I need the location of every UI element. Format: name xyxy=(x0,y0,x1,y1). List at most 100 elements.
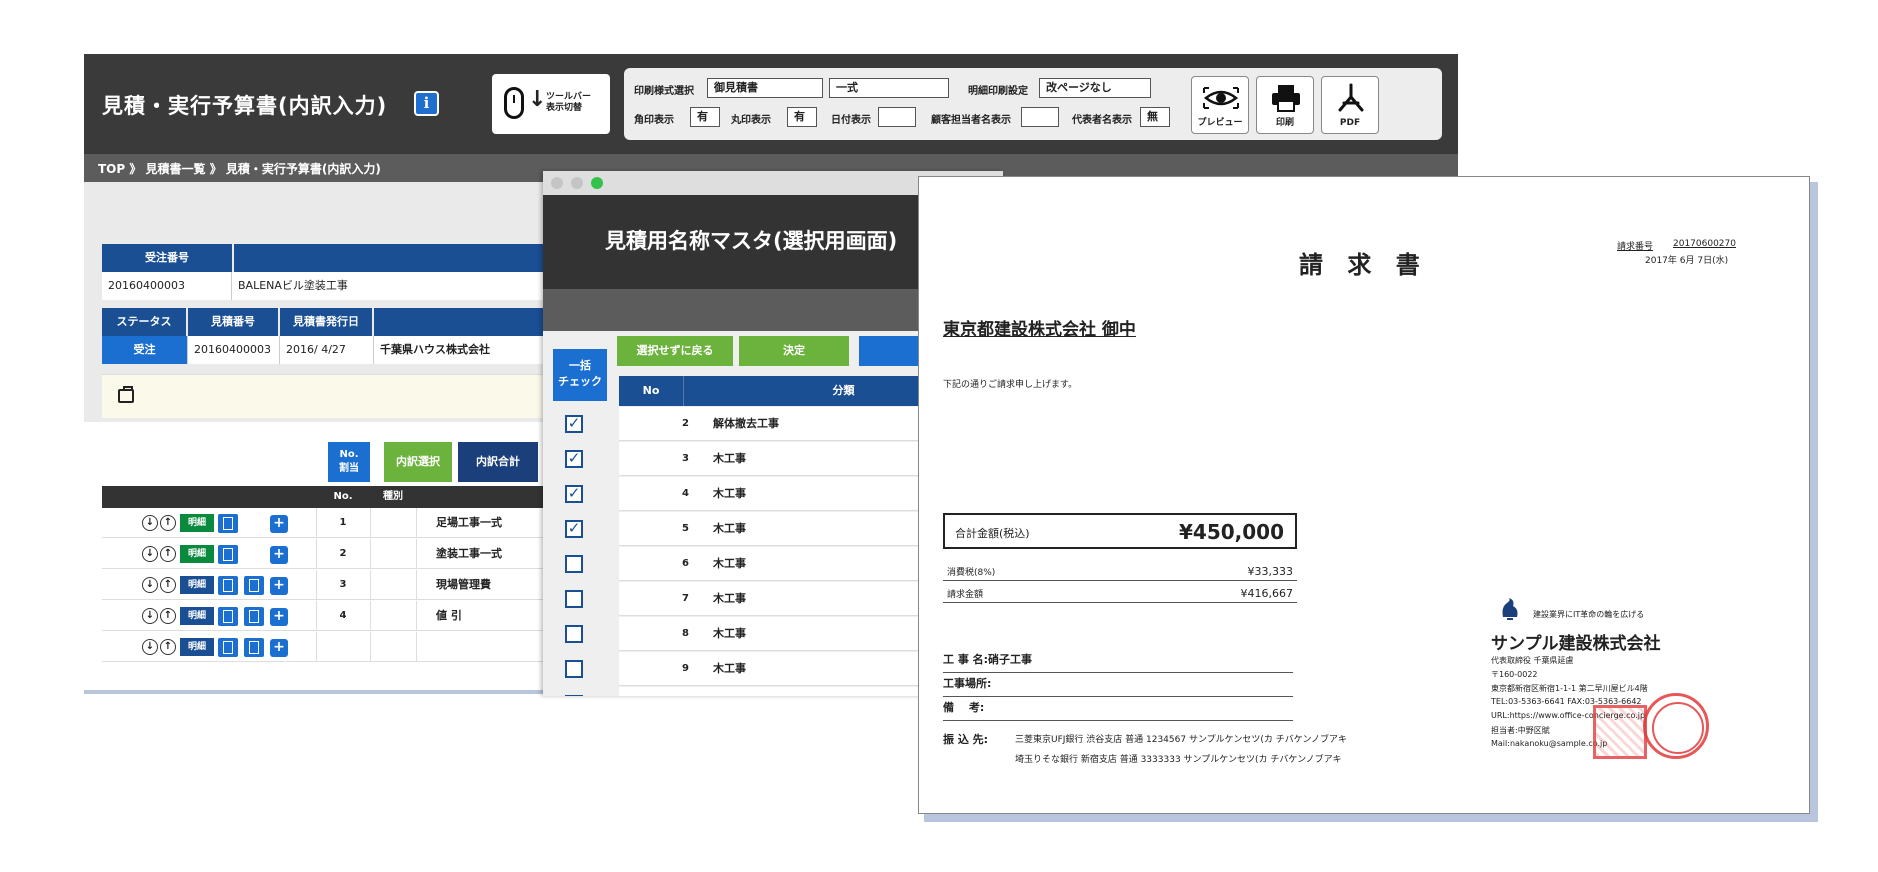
site-field: 工事場所: xyxy=(943,675,1293,697)
row-checkbox[interactable] xyxy=(565,695,583,696)
row-checkbox[interactable]: ✓ xyxy=(565,520,583,538)
toolbar-toggle-button[interactable]: ↓ ツールバー 表示切替 xyxy=(492,74,610,134)
issue-date-value[interactable]: 2016/ 4/27 xyxy=(280,336,374,364)
row-checkbox[interactable] xyxy=(565,660,583,678)
item-no: 4 xyxy=(339,610,347,621)
item-name[interactable]: 塗装工事一式 xyxy=(436,539,502,569)
move-up-icon[interactable]: ↑ xyxy=(160,515,176,531)
note-field: 備 考: xyxy=(943,699,1293,721)
move-up-icon[interactable]: ↑ xyxy=(160,577,176,593)
minimize-dot-icon[interactable] xyxy=(571,177,583,189)
paste-doc-icon[interactable] xyxy=(244,607,264,626)
detail-button[interactable]: 明細 xyxy=(180,514,214,532)
preview-button[interactable]: プレビュー xyxy=(1191,76,1249,134)
detail-button[interactable]: 明細 xyxy=(180,576,214,594)
column-divider xyxy=(316,570,317,600)
total-amount: ¥450,000 xyxy=(1179,520,1285,544)
invoice-client: 東京都建設株式会社 御中 xyxy=(943,320,1136,340)
company-zip: 〒160-0022 xyxy=(1491,670,1538,679)
row-checkbox[interactable]: ✓ xyxy=(565,485,583,503)
corner-stamp-label: 角印表示 xyxy=(634,115,674,126)
column-divider xyxy=(316,601,317,631)
copy-doc-icon[interactable] xyxy=(218,638,238,657)
add-row-icon[interactable]: + xyxy=(270,515,288,533)
item-no: 2 xyxy=(339,548,347,559)
add-row-icon[interactable]: + xyxy=(270,608,288,626)
copy-doc-icon[interactable] xyxy=(218,576,238,595)
invoice-message: 下記の通りご請求申し上げます。 xyxy=(943,380,1078,390)
invoice-date: 2017年 6月 7日(水) xyxy=(1645,256,1729,266)
rep-name-select[interactable]: 無 xyxy=(1140,107,1170,127)
master-no-header: No xyxy=(642,384,660,397)
status-badge[interactable]: 受注 xyxy=(102,336,188,364)
copy-doc-icon[interactable] xyxy=(218,545,238,564)
detail-total-button[interactable]: 内訳合計 xyxy=(458,442,538,482)
round-stamp-label: 丸印表示 xyxy=(731,115,771,126)
move-up-icon[interactable]: ↑ xyxy=(160,608,176,624)
round-stamp-select[interactable]: 有 xyxy=(787,107,817,127)
row-checkbox[interactable] xyxy=(565,590,583,608)
column-divider xyxy=(370,539,371,569)
toolbar-toggle-label: ツールバー 表示切替 xyxy=(546,92,592,113)
info-icon[interactable]: i xyxy=(414,91,439,116)
print-style-sub-select[interactable]: 一式 xyxy=(829,78,949,98)
clipboard-icon[interactable] xyxy=(118,386,134,403)
add-row-icon[interactable]: + xyxy=(270,546,288,564)
estimate-no-header: 見積番号 xyxy=(188,308,278,336)
master-row-category: 木工事 xyxy=(713,522,746,535)
client-person-select[interactable] xyxy=(1021,107,1059,127)
paste-doc-icon[interactable] xyxy=(244,576,264,595)
print-style-label: 印刷様式選択 xyxy=(634,86,694,97)
estimate-no-value: 20160400003 xyxy=(188,336,280,364)
item-name[interactable]: 値 引 xyxy=(436,601,462,631)
breadcrumb[interactable]: TOP 》 見積書一覧 》 見積・実行予算書(内訳入力) xyxy=(98,160,381,177)
amount-label: 請求金額 xyxy=(947,590,984,600)
copy-doc-icon[interactable] xyxy=(218,607,238,626)
bank-label: 振 込 先: xyxy=(943,733,989,746)
add-row-icon[interactable]: + xyxy=(270,639,288,657)
decide-button[interactable]: 決定 xyxy=(739,336,849,366)
print-button[interactable]: 印刷 xyxy=(1256,76,1314,134)
paste-doc-icon[interactable] xyxy=(244,638,264,657)
client-person-label: 顧客担当者名表示 xyxy=(931,115,1011,126)
item-name[interactable]: 足場工事一式 xyxy=(436,508,502,538)
check-all-button[interactable]: 一括 チェック xyxy=(553,349,607,401)
zoom-dot-icon[interactable] xyxy=(591,177,603,189)
master-row-category: 木工事 xyxy=(713,592,746,605)
copy-doc-icon[interactable] xyxy=(218,514,238,533)
print-label: 印刷 xyxy=(1275,118,1294,128)
row-checkbox[interactable] xyxy=(565,555,583,573)
date-display-select[interactable] xyxy=(878,107,916,127)
row-checkbox[interactable]: ✓ xyxy=(565,450,583,468)
add-row-icon[interactable]: + xyxy=(270,577,288,595)
move-down-icon[interactable]: ↓ xyxy=(142,546,158,562)
pdf-button[interactable]: PDF xyxy=(1321,76,1379,134)
detail-button[interactable]: 明細 xyxy=(180,545,214,563)
move-down-icon[interactable]: ↓ xyxy=(142,577,158,593)
row-checkbox[interactable]: ✓ xyxy=(565,415,583,433)
date-display-label: 日付表示 xyxy=(831,115,871,126)
move-down-icon[interactable]: ↓ xyxy=(142,608,158,624)
no-assign-button[interactable]: No. 割当 xyxy=(328,442,370,482)
items-no-header: No. xyxy=(333,491,353,502)
detail-print-label: 明細印刷設定 xyxy=(968,86,1028,97)
print-style-select[interactable]: 御見積書 xyxy=(707,78,823,98)
detail-button[interactable]: 明細 xyxy=(180,638,214,656)
move-down-icon[interactable]: ↓ xyxy=(142,515,158,531)
move-up-icon[interactable]: ↑ xyxy=(160,546,176,562)
project-field: 工 事 名:硝子工事 xyxy=(943,651,1293,673)
close-dot-icon[interactable] xyxy=(551,177,563,189)
move-down-icon[interactable]: ↓ xyxy=(142,639,158,655)
detail-print-select[interactable]: 改ページなし xyxy=(1039,78,1151,98)
row-checkbox[interactable] xyxy=(565,625,583,643)
invoice-title: 請 求 書 xyxy=(1299,251,1428,279)
item-name[interactable]: 現場管理費 xyxy=(436,570,491,600)
master-row-no: 2 xyxy=(682,418,689,429)
select-detail-button[interactable]: 内訳選択 xyxy=(384,442,452,482)
detail-button[interactable]: 明細 xyxy=(180,607,214,625)
invoice-document: 請 求 書 請求番号 20170600270 2017年 6月 7日(水) 東京… xyxy=(918,176,1810,814)
corner-stamp-select[interactable]: 有 xyxy=(690,107,720,127)
move-up-icon[interactable]: ↑ xyxy=(160,639,176,655)
back-without-selecting-button[interactable]: 選択せずに戻る xyxy=(617,336,733,366)
master-row-no: 3 xyxy=(682,453,689,464)
